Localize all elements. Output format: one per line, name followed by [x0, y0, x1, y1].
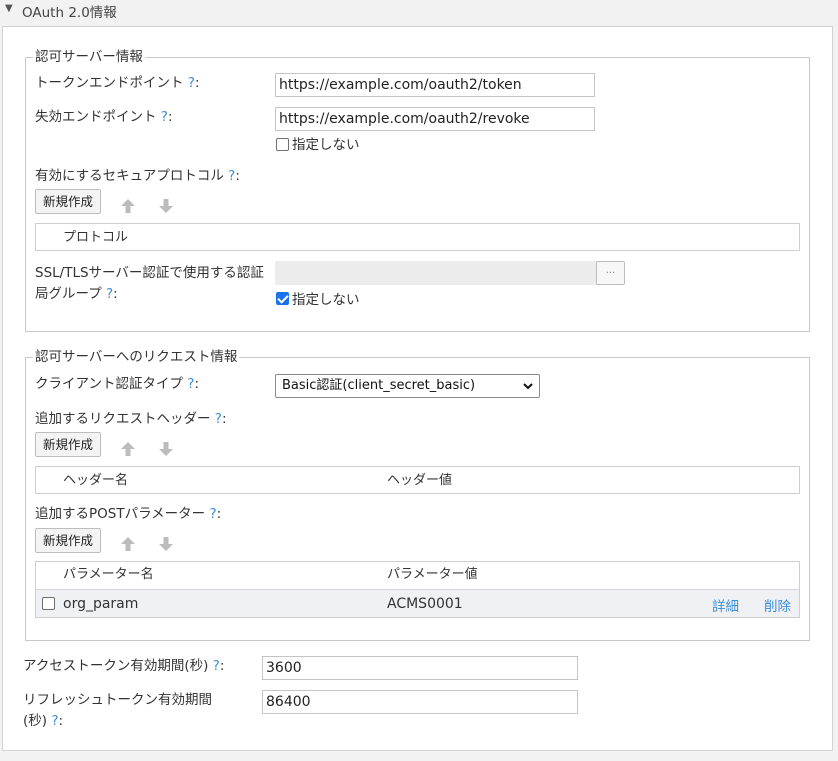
headers-label: 追加するリクエストヘッダー ?: [35, 411, 227, 427]
table-row[interactable]: org_param ACMS0001 詳細 削除 [36, 589, 799, 617]
move-up-icon[interactable] [120, 198, 136, 214]
revoke-unspecified-label: 指定しない [292, 137, 360, 153]
auth-server-legend: 認可サーバー情報 [33, 49, 145, 65]
header-table-header: ヘッダー名 ヘッダー値 [35, 466, 800, 494]
ca-group-unspecified-checkbox[interactable] [276, 292, 289, 305]
header-value-column: ヘッダー値 [387, 473, 453, 488]
protocol-column-header: プロトコル [63, 230, 129, 245]
help-icon[interactable]: ? [209, 506, 216, 522]
help-icon[interactable]: ? [188, 75, 195, 91]
access-token-ttl-label: アクセストークン有効期間(秒) ?: [23, 658, 225, 674]
client-auth-selected: Basic認証(client_secret_basic) [282, 378, 476, 393]
client-auth-select[interactable]: Basic認証(client_secret_basic) [275, 374, 540, 398]
refresh-token-ttl-label: リフレッシュトークン有効期間 (秒) ?: [23, 692, 212, 729]
move-down-icon[interactable] [158, 536, 174, 552]
help-icon[interactable]: ? [51, 713, 58, 729]
param-name-cell: org_param [63, 596, 139, 612]
param-new-button[interactable]: 新規作成 [35, 528, 102, 553]
move-down-icon[interactable] [158, 198, 174, 214]
revoke-endpoint-input[interactable]: https://example.com/oauth2/revoke [275, 107, 595, 131]
post-params-label: 追加するPOSTパラメーター ?: [35, 506, 222, 522]
protocol-new-button[interactable]: 新規作成 [35, 189, 102, 214]
help-icon[interactable]: ? [213, 658, 220, 674]
param-value-column: パラメーター値 [387, 567, 478, 582]
token-endpoint-label: トークンエンドポイント ?: [35, 75, 200, 91]
section-header[interactable]: ▼ OAuth 2.0情報 [0, 0, 838, 21]
client-auth-label: クライアント認証タイプ ?: [35, 376, 199, 392]
revoke-endpoint-label: 失効エンドポイント ?: [35, 109, 173, 125]
param-value-cell: ACMS0001 [387, 596, 463, 612]
row-detail-link[interactable]: 詳細 [712, 595, 739, 615]
section-title: OAuth 2.0情報 [22, 5, 117, 21]
refresh-token-ttl-input[interactable]: 86400 [262, 690, 578, 714]
request-info-legend: 認可サーバーへのリクエスト情報 [33, 349, 240, 365]
access-token-ttl-input[interactable]: 3600 [262, 656, 578, 680]
header-new-button[interactable]: 新規作成 [35, 432, 102, 457]
move-up-icon[interactable] [120, 441, 136, 457]
token-endpoint-input[interactable]: https://example.com/oauth2/token [275, 73, 595, 97]
ca-group-browse-button[interactable]: ··· [596, 261, 625, 285]
revoke-unspecified-checkbox[interactable] [276, 138, 289, 151]
param-name-column: パラメーター名 [63, 567, 154, 582]
move-down-icon[interactable] [158, 441, 174, 457]
help-icon[interactable]: ? [161, 109, 168, 125]
move-up-icon[interactable] [120, 536, 136, 552]
ca-group-input [275, 261, 597, 285]
chevron-down-icon [523, 383, 533, 390]
ca-group-unspecified-label: 指定しない [292, 292, 360, 308]
header-name-column: ヘッダー名 [63, 473, 129, 488]
help-icon[interactable]: ? [215, 411, 222, 427]
protocols-label: 有効にするセキュアプロトコル ?: [35, 168, 240, 184]
ca-group-label: SSL/TLSサーバー認証で使用する認証 局グループ ?: [35, 265, 264, 302]
row-checkbox[interactable] [42, 597, 55, 610]
param-table: パラメーター名 パラメーター値 org_param ACMS0001 詳細 削除 [35, 561, 800, 618]
row-delete-link[interactable]: 削除 [764, 595, 791, 615]
triangle-down-icon[interactable]: ▼ [5, 3, 13, 14]
protocol-table-header: プロトコル [35, 223, 800, 251]
